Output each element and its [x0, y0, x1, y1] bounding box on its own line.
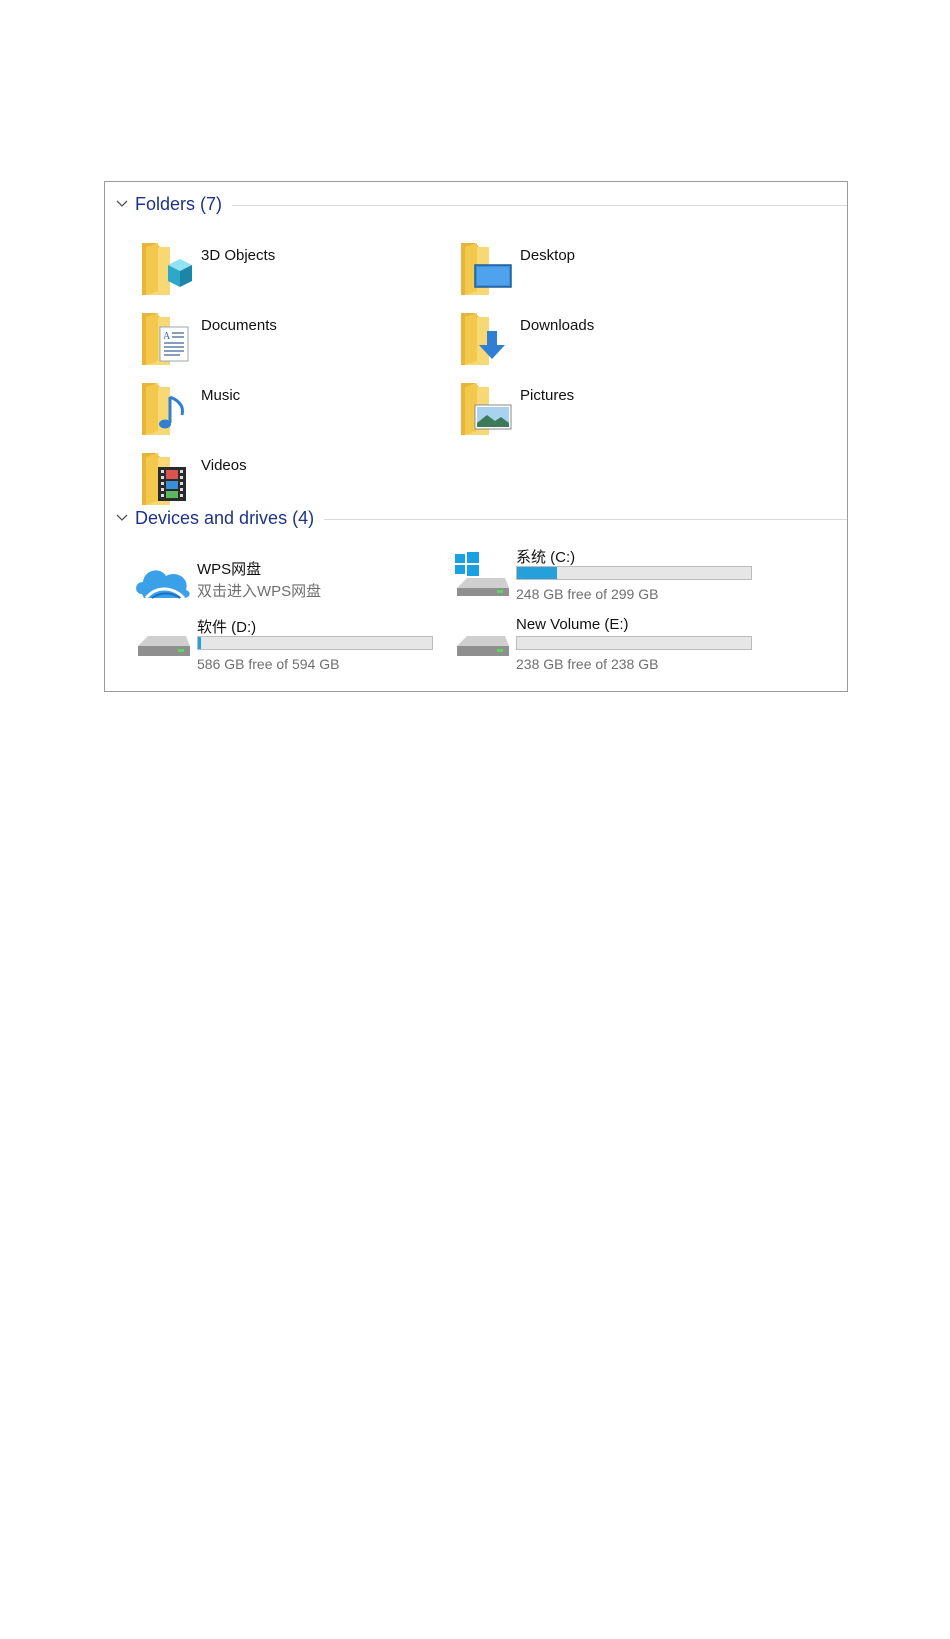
- folder-desktop[interactable]: Desktop: [459, 239, 759, 303]
- drive-name: 软件 (D:): [197, 619, 257, 636]
- desktop-folder-icon: [461, 243, 512, 295]
- group-divider: [324, 518, 847, 520]
- drive-e[interactable]: New Volume (E:) 238 GB free of 238 GB: [451, 612, 761, 674]
- devices-group-header[interactable]: Devices and drives (4): [115, 506, 847, 530]
- drive-name: New Volume (E:): [516, 616, 629, 633]
- drive-d[interactable]: 软件 (D:) 586 GB free of 594 GB: [132, 612, 442, 674]
- windows-drive-icon: [455, 552, 509, 596]
- folder-label: Desktop: [520, 247, 576, 264]
- devices-group-title: Devices and drives (4): [135, 507, 315, 528]
- folder-label: Pictures: [520, 387, 575, 404]
- drive-free-space: 586 GB free of 594 GB: [197, 656, 340, 672]
- folder-3d-objects[interactable]: 3D Objects: [140, 239, 440, 303]
- drive-free-space: 238 GB free of 238 GB: [516, 656, 659, 672]
- folder-label: Videos: [201, 457, 247, 474]
- drive-name: 系统 (C:): [516, 549, 576, 566]
- videos-folder-icon: [142, 453, 186, 505]
- folder-label: 3D Objects: [201, 247, 276, 264]
- wps-cloud-drive[interactable]: WPS网盘 双击进入WPS网盘: [132, 552, 442, 614]
- folders-group-header[interactable]: Folders (7): [115, 192, 847, 216]
- drive-name: WPS网盘: [197, 561, 262, 578]
- wps-cloud-icon: [136, 570, 190, 600]
- svg-text:A: A: [163, 331, 171, 342]
- drive-subtitle: 双击进入WPS网盘: [197, 583, 322, 600]
- folder-downloads[interactable]: Downloads: [459, 309, 759, 373]
- folder-label: Documents: [201, 317, 277, 334]
- folder-documents[interactable]: A Documents: [140, 309, 440, 373]
- drive-usage-fill: [198, 637, 202, 649]
- folder-label: Music: [201, 387, 241, 404]
- drive-c[interactable]: 系统 (C:) 248 GB free of 299 GB: [451, 542, 761, 604]
- 3d-objects-folder-icon: [142, 243, 192, 295]
- folder-label: Downloads: [520, 317, 595, 334]
- drive-usage-bar: [516, 636, 752, 650]
- chevron-down-icon[interactable]: [115, 197, 129, 211]
- folder-videos[interactable]: Videos: [140, 449, 440, 513]
- documents-folder-icon: A: [142, 313, 189, 365]
- group-divider: [232, 204, 847, 206]
- explorer-content-panel: Folders (7) 3D Objects Desktop A Documen…: [104, 181, 848, 692]
- drive-usage-bar: [516, 566, 752, 580]
- hard-drive-icon: [138, 636, 190, 656]
- folders-group-title: Folders (7): [135, 193, 223, 214]
- drive-free-space: 248 GB free of 299 GB: [516, 586, 659, 602]
- downloads-folder-icon: [461, 313, 505, 365]
- music-folder-icon: [142, 383, 184, 435]
- drive-usage-bar: [197, 636, 433, 650]
- pictures-folder-icon: [461, 383, 512, 435]
- chevron-down-icon[interactable]: [115, 511, 129, 525]
- drive-usage-fill: [517, 567, 557, 579]
- folder-pictures[interactable]: Pictures: [459, 379, 759, 443]
- folder-music[interactable]: Music: [140, 379, 440, 443]
- hard-drive-icon: [457, 636, 509, 656]
